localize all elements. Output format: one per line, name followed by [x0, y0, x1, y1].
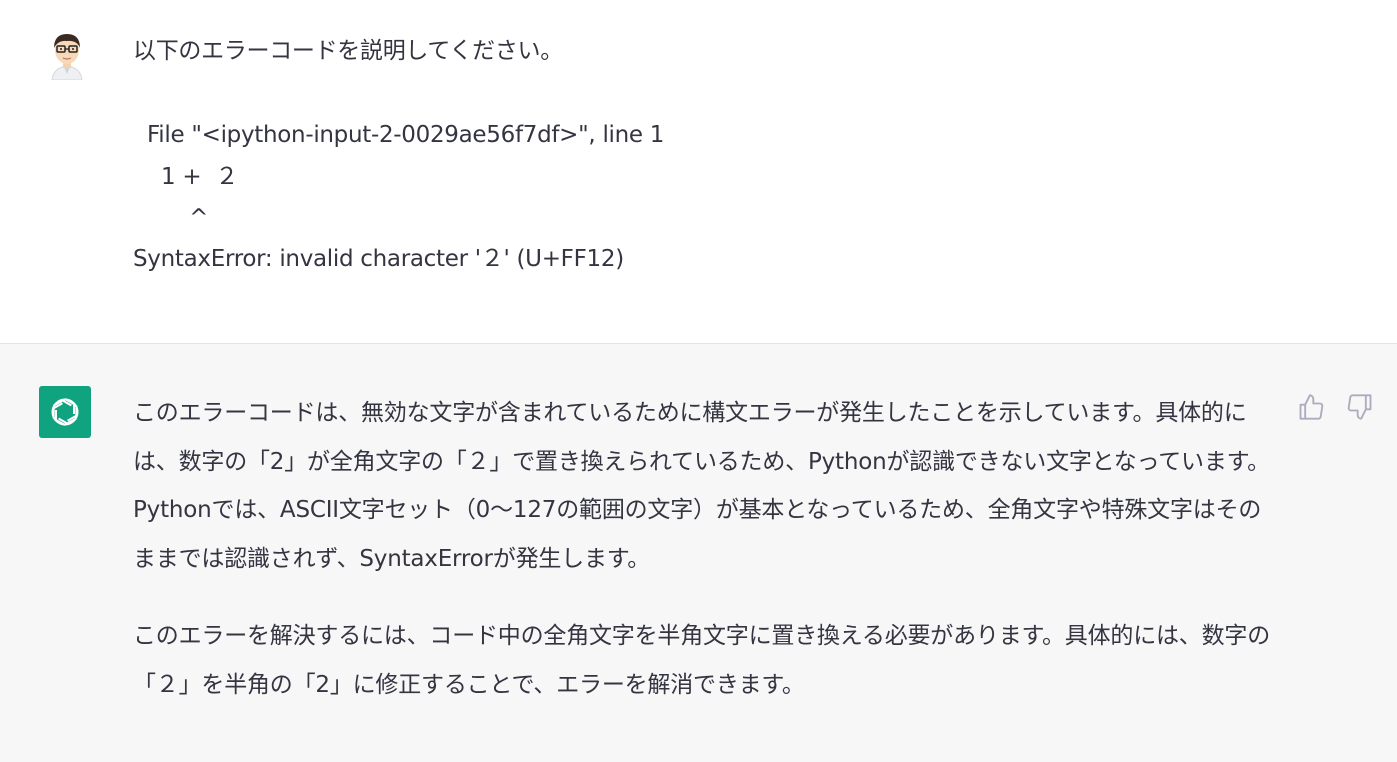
assistant-paragraph: このエラーコードは、無効な文字が含まれているために構文エラーが発生したことを示し…: [133, 400, 1270, 572]
assistant-paragraph: このエラーを解決するには、コード中の全角文字を半角文字に置き換える必要があります…: [133, 623, 1271, 698]
user-line: 以下のエラーコードを説明してください。: [133, 38, 563, 64]
user-message-text: 以下のエラーコードを説明してください。 File "<ipython-input…: [133, 30, 1283, 280]
thumbs-up-button[interactable]: [1296, 392, 1326, 422]
openai-logo-icon: [39, 386, 91, 438]
assistant-message-text: このエラーコードは、無効な文字が含まれているために構文エラーが発生したことを示し…: [133, 389, 1281, 709]
code-line: ^: [133, 205, 209, 231]
code-line: SyntaxError: invalid character '２' (U+FF…: [133, 246, 624, 272]
thumbs-down-button[interactable]: [1345, 392, 1375, 422]
code-line: File "<ipython-input-2-0029ae56f7df>", l…: [133, 122, 665, 148]
thumbs-up-icon: [1299, 394, 1324, 420]
thumbs-down-icon: [1347, 394, 1372, 420]
user-avatar-icon: [44, 30, 90, 81]
code-line: 1 + ２: [133, 164, 239, 190]
user-message: 以下のエラーコードを説明してください。 File "<ipython-input…: [0, 0, 1397, 344]
user-line: [133, 72, 1283, 114]
